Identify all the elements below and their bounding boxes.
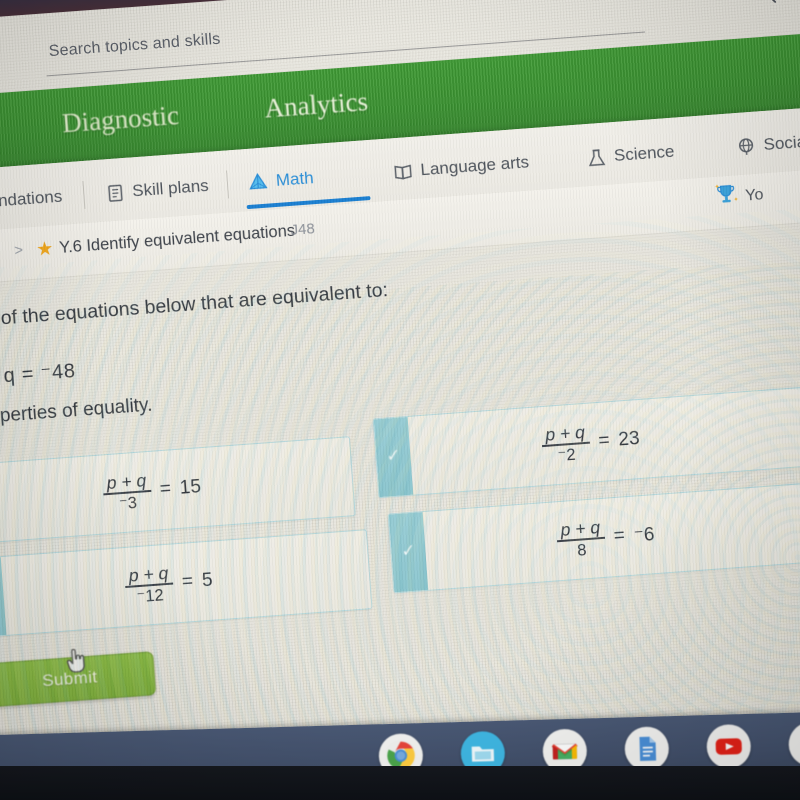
equals-sign: =	[597, 430, 611, 452]
monitor-screen: grade 4... XL Search topics and skills	[0, 0, 800, 800]
tab-language-arts-label: Language arts	[419, 152, 530, 180]
answer-expression-0: p + q ⁻3 = 15	[0, 437, 355, 544]
youtube-icon[interactable]	[706, 723, 752, 770]
question-equation: p + q = ⁻48	[0, 360, 77, 390]
awards-label: Yo	[744, 185, 764, 205]
play-store-icon[interactable]	[788, 721, 800, 767]
equals-sign: =	[181, 571, 194, 593]
trophy-icon: ✦ ✦	[712, 181, 740, 214]
fraction-denominator: 8	[576, 541, 588, 560]
tab-math-label: Math	[275, 168, 315, 190]
docs-icon[interactable]	[624, 726, 670, 772]
ixl-page: XL Search topics and skills arning Diagn…	[0, 0, 800, 800]
tab-recommendations[interactable]: Recommendations	[0, 177, 64, 229]
answer-choice-2[interactable]: ✓ p + q ⁻12 = 5	[0, 529, 373, 639]
book-icon	[392, 160, 414, 182]
answer-value: 23	[617, 427, 641, 451]
star-icon[interactable]: ★	[36, 237, 55, 261]
question-area: Select all of the equations below that a…	[0, 220, 800, 758]
tab-social-studies-label: Social	[762, 131, 800, 155]
fraction: p + q 8	[556, 517, 606, 562]
tab-math[interactable]: Math	[246, 158, 316, 203]
tab-language-arts[interactable]: Language arts	[391, 142, 530, 192]
search-icon[interactable]	[752, 0, 780, 7]
question-instruction: Use properties of equality.	[0, 394, 154, 432]
flask-icon	[585, 146, 607, 168]
answer-expression-1: p + q ⁻2 = 23	[374, 388, 800, 497]
awards-link[interactable]: ✦ ✦ Yo	[712, 179, 764, 214]
svg-text:✦: ✦	[733, 196, 739, 203]
screen-photo: grade 4... XL Search topics and skills	[0, 0, 800, 800]
fraction: p + q ⁻2	[541, 422, 591, 467]
math-pyramid-icon	[246, 170, 270, 194]
breadcrumb-skill-code: J48	[289, 220, 316, 239]
tab-science-label: Science	[613, 141, 675, 166]
tab-skill-plans[interactable]: Skill plans	[104, 166, 210, 213]
tab-skill-plans-label: Skill plans	[131, 175, 210, 201]
globe-icon	[735, 135, 757, 157]
search-placeholder: Search topics and skills	[48, 30, 222, 61]
tab-social-studies[interactable]: Social	[734, 122, 800, 167]
skill-plans-icon	[105, 182, 126, 203]
tab-recommendations-label: Recommendations	[0, 186, 63, 216]
fraction-denominator: ⁻12	[135, 586, 165, 607]
answer-value: 5	[201, 569, 214, 592]
fraction: p + q ⁻12	[124, 563, 174, 607]
nav-item-analytics[interactable]: Analytics	[263, 86, 368, 124]
equals-sign: =	[612, 525, 626, 548]
answer-expression-3: p + q 8 = ⁻6	[389, 483, 800, 592]
tab-divider	[82, 181, 86, 210]
answer-choice-1[interactable]: ✓ p + q ⁻2 = 23	[372, 386, 800, 499]
svg-text:✦: ✦	[714, 183, 720, 190]
equals-sign: =	[159, 478, 172, 501]
answer-expression-2: p + q ⁻12 = 5	[0, 530, 371, 637]
answer-value: 15	[179, 476, 202, 499]
tab-divider	[226, 170, 230, 199]
nav-item-diagnostic[interactable]: Diagnostic	[61, 100, 180, 139]
fraction-denominator: ⁻3	[118, 493, 138, 514]
answer-choice-0[interactable]: ✓ p + q ⁻3 = 15	[0, 436, 356, 546]
answer-value: ⁻6	[633, 523, 656, 547]
monitor-bezel	[0, 766, 800, 800]
question-prompt: Select all of the equations below that a…	[0, 279, 389, 336]
tab-science[interactable]: Science	[585, 132, 676, 178]
fraction-denominator: ⁻2	[557, 445, 577, 465]
fraction: p + q ⁻3	[102, 470, 152, 515]
breadcrumb-skill: Y.6 Identify equivalent equations	[58, 221, 296, 257]
breadcrumb-separator: >	[13, 241, 24, 260]
answer-choice-3[interactable]: ✓ p + q 8 = ⁻6	[387, 481, 800, 594]
mouse-cursor-hand-icon	[65, 648, 89, 676]
